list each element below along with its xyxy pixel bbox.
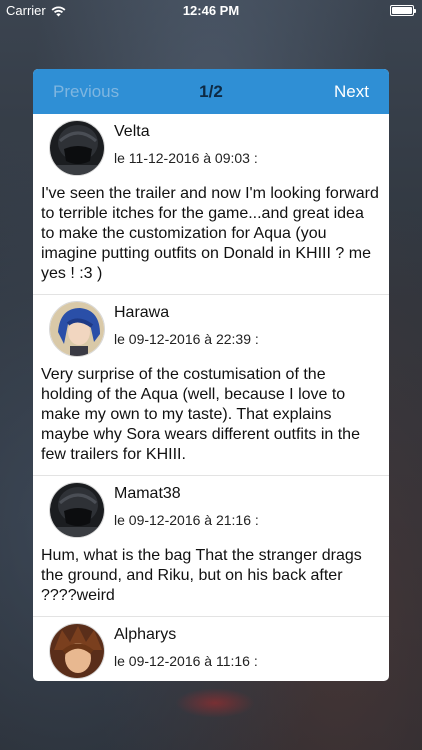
comments-modal: Previous 1/2 Next Velta le 11-12-2016 à … <box>33 69 389 681</box>
comment-date: le 09-12-2016 à 22:39 : <box>114 331 259 347</box>
comment-author: Velta <box>114 123 150 140</box>
comment-date: le 09-12-2016 à 11:16 : <box>114 653 258 669</box>
comment-item: Mamat38 le 09-12-2016 à 21:16 : Hum, wha… <box>33 476 389 617</box>
previous-button[interactable]: Previous <box>53 82 119 102</box>
comment-item: Alpharys le 09-12-2016 à 11:16 : <box>33 617 389 679</box>
comment-date: le 09-12-2016 à 21:16 : <box>114 512 259 528</box>
avatar <box>49 301 105 357</box>
comment-item: Velta le 11-12-2016 à 09:03 : I've seen … <box>33 114 389 295</box>
comment-date: le 11-12-2016 à 09:03 : <box>114 150 258 166</box>
comment-author: Harawa <box>114 304 170 321</box>
status-bar: Carrier 12:46 PM <box>0 0 422 22</box>
comment-text: Hum, what is the bag That the stranger d… <box>41 547 362 604</box>
comment-author: Alpharys <box>114 626 177 643</box>
avatar <box>49 482 105 538</box>
comment-item: Harawa le 09-12-2016 à 22:39 : Very surp… <box>33 295 389 476</box>
status-time: 12:46 PM <box>182 3 240 18</box>
battery-icon <box>390 5 416 16</box>
background-glow <box>175 688 255 718</box>
comment-text: I've seen the trailer and now I'm lookin… <box>41 185 379 282</box>
comment-list[interactable]: Velta le 11-12-2016 à 09:03 : I've seen … <box>33 114 389 681</box>
avatar <box>49 120 105 176</box>
pagination-header: Previous 1/2 Next <box>33 69 389 114</box>
avatar <box>49 623 105 679</box>
comment-author: Mamat38 <box>114 485 181 502</box>
comment-text: Very surprise of the costumisation of th… <box>41 366 360 463</box>
next-button[interactable]: Next <box>334 82 369 102</box>
